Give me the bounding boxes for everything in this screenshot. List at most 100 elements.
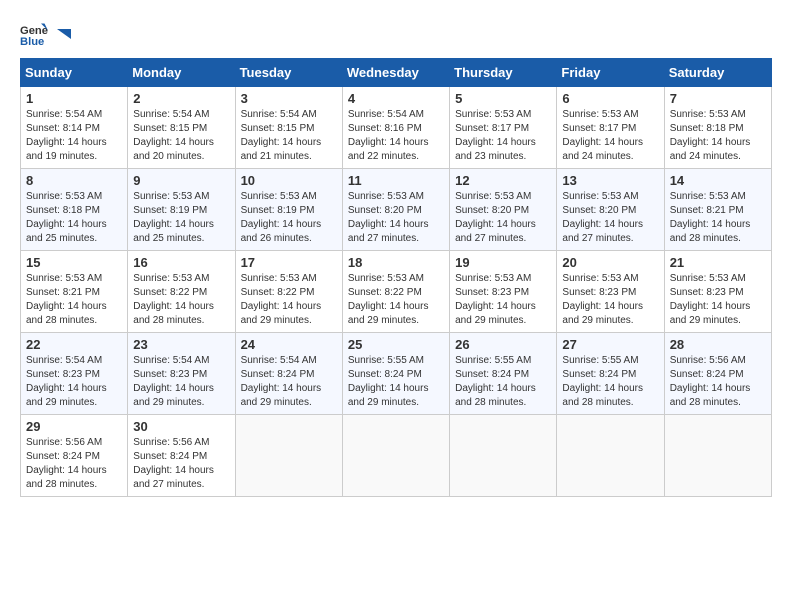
calendar-cell (450, 415, 557, 497)
day-info: Sunrise: 5:53 AM Sunset: 8:22 PM Dayligh… (348, 272, 444, 328)
svg-text:Blue: Blue (20, 36, 44, 48)
day-info: Sunrise: 5:55 AM Sunset: 8:24 PM Dayligh… (455, 354, 551, 410)
calendar-cell (235, 415, 342, 497)
day-info: Sunrise: 5:53 AM Sunset: 8:18 PM Dayligh… (670, 108, 766, 164)
calendar-week-row: 29Sunrise: 5:56 AM Sunset: 8:24 PM Dayli… (21, 415, 772, 497)
day-number: 18 (348, 255, 444, 270)
day-info: Sunrise: 5:56 AM Sunset: 8:24 PM Dayligh… (26, 436, 122, 492)
day-number: 30 (133, 419, 229, 434)
day-number: 19 (455, 255, 551, 270)
calendar-body: 1 Sunrise: 5:54 AM Sunset: 8:14 PM Daylig… (21, 87, 772, 497)
day-info: Sunrise: 5:53 AM Sunset: 8:17 PM Dayligh… (455, 108, 551, 164)
calendar-cell: 9 Sunrise: 5:53 AM Sunset: 8:19 PM Daylig… (128, 169, 235, 251)
calendar-cell: 14Sunrise: 5:53 AM Sunset: 8:21 PM Dayli… (664, 169, 771, 251)
calendar-cell: 13Sunrise: 5:53 AM Sunset: 8:20 PM Dayli… (557, 169, 664, 251)
day-info: Sunrise: 5:55 AM Sunset: 8:24 PM Dayligh… (562, 354, 658, 410)
generalblue-logo-icon: General Blue (20, 20, 48, 48)
calendar-cell: 18 Sunrise: 5:53 AM Sunset: 8:22 PM Dayli… (342, 251, 449, 333)
calendar-cell: 2 Sunrise: 5:54 AM Sunset: 8:15 PM Daylig… (128, 87, 235, 169)
day-number: 7 (670, 91, 766, 106)
calendar-cell: 30 Sunrise: 5:56 AM Sunset: 8:24 PM Dayli… (128, 415, 235, 497)
day-info: Sunrise: 5:54 AM Sunset: 8:24 PM Dayligh… (241, 354, 337, 410)
day-info: Sunrise: 5:53 AM Sunset: 8:21 PM Dayligh… (26, 272, 122, 328)
day-info: Sunrise: 5:54 AM Sunset: 8:15 PM Dayligh… (133, 108, 229, 164)
day-number: 8 (26, 173, 122, 188)
calendar-cell: 1 Sunrise: 5:54 AM Sunset: 8:14 PM Daylig… (21, 87, 128, 169)
day-number: 5 (455, 91, 551, 106)
day-number: 24 (241, 337, 337, 352)
calendar-cell: 26 Sunrise: 5:55 AM Sunset: 8:24 PM Dayli… (450, 333, 557, 415)
day-number: 23 (133, 337, 229, 352)
day-info: Sunrise: 5:54 AM Sunset: 8:23 PM Dayligh… (26, 354, 122, 410)
day-info: Sunrise: 5:53 AM Sunset: 8:22 PM Dayligh… (241, 272, 337, 328)
day-info: Sunrise: 5:53 AM Sunset: 8:20 PM Dayligh… (348, 190, 444, 246)
day-number: 21 (670, 255, 766, 270)
logo: General Blue (20, 20, 72, 48)
svg-text:General: General (20, 25, 48, 37)
day-info: Sunrise: 5:53 AM Sunset: 8:23 PM Dayligh… (670, 272, 766, 328)
calendar-cell: 19 Sunrise: 5:53 AM Sunset: 8:23 PM Dayli… (450, 251, 557, 333)
day-number: 2 (133, 91, 229, 106)
calendar-header-sunday: Sunday (21, 59, 128, 87)
calendar-cell: 29Sunrise: 5:56 AM Sunset: 8:24 PM Dayli… (21, 415, 128, 497)
day-info: Sunrise: 5:53 AM Sunset: 8:21 PM Dayligh… (670, 190, 766, 246)
day-number: 27 (562, 337, 658, 352)
calendar-table: SundayMondayTuesdayWednesdayThursdayFrid… (20, 58, 772, 497)
page-header: General Blue (20, 20, 772, 48)
calendar-cell: 15Sunrise: 5:53 AM Sunset: 8:21 PM Dayli… (21, 251, 128, 333)
day-info: Sunrise: 5:53 AM Sunset: 8:20 PM Dayligh… (455, 190, 551, 246)
calendar-week-row: 22 Sunrise: 5:54 AM Sunset: 8:23 PM Dayli… (21, 333, 772, 415)
day-number: 16 (133, 255, 229, 270)
calendar-cell (557, 415, 664, 497)
calendar-week-row: 8 Sunrise: 5:53 AM Sunset: 8:18 PM Daylig… (21, 169, 772, 251)
calendar-cell: 4Sunrise: 5:54 AM Sunset: 8:16 PM Daylig… (342, 87, 449, 169)
day-number: 12 (455, 173, 551, 188)
calendar-cell: 11 Sunrise: 5:53 AM Sunset: 8:20 PM Dayli… (342, 169, 449, 251)
calendar-cell: 25 Sunrise: 5:55 AM Sunset: 8:24 PM Dayli… (342, 333, 449, 415)
calendar-cell: 28Sunrise: 5:56 AM Sunset: 8:24 PM Dayli… (664, 333, 771, 415)
calendar-cell: 7 Sunrise: 5:53 AM Sunset: 8:18 PM Daylig… (664, 87, 771, 169)
day-info: Sunrise: 5:53 AM Sunset: 8:18 PM Dayligh… (26, 190, 122, 246)
day-info: Sunrise: 5:53 AM Sunset: 8:23 PM Dayligh… (455, 272, 551, 328)
day-info: Sunrise: 5:54 AM Sunset: 8:15 PM Dayligh… (241, 108, 337, 164)
day-number: 26 (455, 337, 551, 352)
calendar-week-row: 15Sunrise: 5:53 AM Sunset: 8:21 PM Dayli… (21, 251, 772, 333)
day-info: Sunrise: 5:53 AM Sunset: 8:20 PM Dayligh… (562, 190, 658, 246)
calendar-cell: 16Sunrise: 5:53 AM Sunset: 8:22 PM Dayli… (128, 251, 235, 333)
day-number: 1 (26, 91, 122, 106)
calendar-cell: 24 Sunrise: 5:54 AM Sunset: 8:24 PM Dayli… (235, 333, 342, 415)
day-number: 10 (241, 173, 337, 188)
day-number: 4 (348, 91, 444, 106)
day-info: Sunrise: 5:56 AM Sunset: 8:24 PM Dayligh… (133, 436, 229, 492)
day-number: 9 (133, 173, 229, 188)
day-number: 17 (241, 255, 337, 270)
calendar-header-tuesday: Tuesday (235, 59, 342, 87)
calendar-cell: 27 Sunrise: 5:55 AM Sunset: 8:24 PM Dayli… (557, 333, 664, 415)
calendar-cell: 12 Sunrise: 5:53 AM Sunset: 8:20 PM Dayli… (450, 169, 557, 251)
calendar-cell: 8 Sunrise: 5:53 AM Sunset: 8:18 PM Daylig… (21, 169, 128, 251)
day-number: 11 (348, 173, 444, 188)
day-info: Sunrise: 5:53 AM Sunset: 8:19 PM Dayligh… (241, 190, 337, 246)
day-info: Sunrise: 5:56 AM Sunset: 8:24 PM Dayligh… (670, 354, 766, 410)
calendar-header-friday: Friday (557, 59, 664, 87)
logo-triangle-icon (53, 25, 71, 43)
calendar-header-saturday: Saturday (664, 59, 771, 87)
calendar-header-thursday: Thursday (450, 59, 557, 87)
calendar-cell: 10 Sunrise: 5:53 AM Sunset: 8:19 PM Dayli… (235, 169, 342, 251)
calendar-week-row: 1 Sunrise: 5:54 AM Sunset: 8:14 PM Daylig… (21, 87, 772, 169)
day-number: 20 (562, 255, 658, 270)
day-number: 6 (562, 91, 658, 106)
day-info: Sunrise: 5:54 AM Sunset: 8:14 PM Dayligh… (26, 108, 122, 164)
day-info: Sunrise: 5:55 AM Sunset: 8:24 PM Dayligh… (348, 354, 444, 410)
day-info: Sunrise: 5:53 AM Sunset: 8:17 PM Dayligh… (562, 108, 658, 164)
calendar-cell: 22 Sunrise: 5:54 AM Sunset: 8:23 PM Dayli… (21, 333, 128, 415)
day-info: Sunrise: 5:54 AM Sunset: 8:23 PM Dayligh… (133, 354, 229, 410)
calendar-cell: 21 Sunrise: 5:53 AM Sunset: 8:23 PM Dayli… (664, 251, 771, 333)
day-info: Sunrise: 5:53 AM Sunset: 8:23 PM Dayligh… (562, 272, 658, 328)
day-info: Sunrise: 5:53 AM Sunset: 8:19 PM Dayligh… (133, 190, 229, 246)
day-number: 25 (348, 337, 444, 352)
calendar-cell: 23 Sunrise: 5:54 AM Sunset: 8:23 PM Dayli… (128, 333, 235, 415)
calendar-header-wednesday: Wednesday (342, 59, 449, 87)
calendar-cell: 3Sunrise: 5:54 AM Sunset: 8:15 PM Daylig… (235, 87, 342, 169)
day-number: 22 (26, 337, 122, 352)
